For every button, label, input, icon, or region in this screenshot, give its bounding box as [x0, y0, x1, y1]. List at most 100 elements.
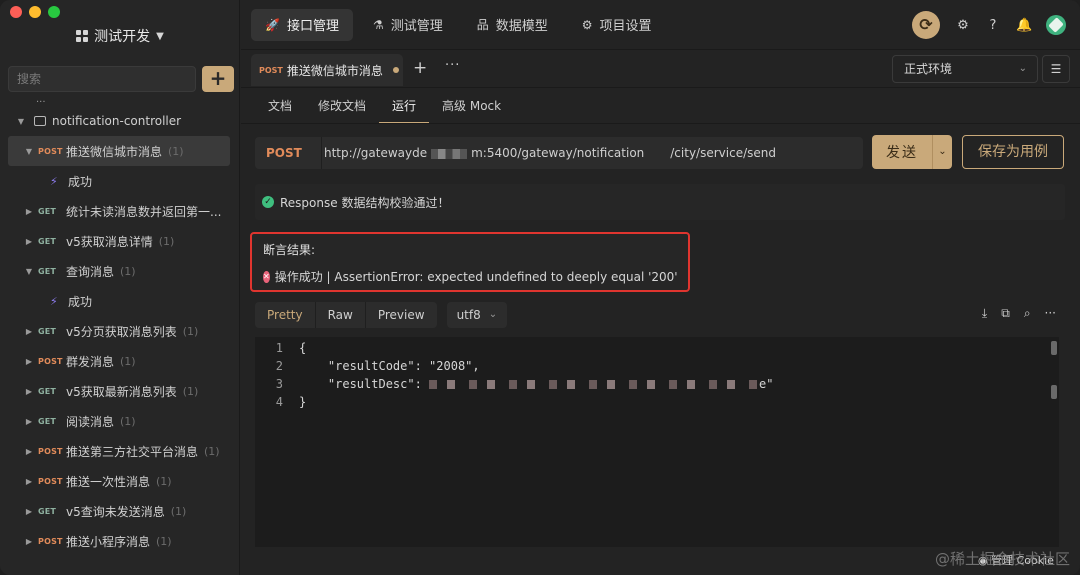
chevron-right-icon: ▶	[25, 386, 33, 396]
tree-item-3[interactable]: ▶ GET v5获取消息详情 (1)	[0, 226, 240, 256]
url-input[interactable]: http://gatewayde m:5400/gateway/notifica…	[322, 146, 776, 160]
code-text: "resultCode": "2008",	[299, 359, 480, 373]
menu-list-button[interactable]: ☰	[1042, 55, 1070, 83]
case-count: (1)	[182, 324, 199, 338]
environment-select[interactable]: 正式环境 ⌄	[892, 55, 1038, 83]
code-text: "resultDesc": e"	[299, 375, 774, 393]
tree-item-6[interactable]: ▶ GET v5分页获取消息列表 (1)	[0, 316, 240, 346]
tree-item-truncated[interactable]: ...	[0, 92, 240, 106]
chevron-down-icon[interactable]: ⌄	[932, 135, 952, 169]
view-preview[interactable]: Preview	[366, 302, 437, 328]
main-panel: 🚀 接口管理 ⚗ 测试管理 品 数据模型 ⚙ 项目设置 ⟳ ⚙ ? 🔔 POST…	[241, 0, 1080, 575]
zoom-window-button[interactable]	[48, 6, 60, 18]
tree-item-10[interactable]: ▶ POST 推送第三方社交平台消息 (1)	[0, 436, 240, 466]
tree-item-13[interactable]: ▶ POST 推送小程序消息 (1)	[0, 526, 240, 556]
encoding-value: utf8	[456, 308, 481, 322]
watermark: @稀土掘金技术社区	[934, 550, 1070, 568]
tab-advanced-mock[interactable]: 高级 Mock	[429, 88, 514, 124]
case-count: (1)	[168, 144, 184, 158]
case-count: (1)	[156, 534, 172, 548]
case-count: (1)	[158, 234, 175, 248]
tree-item-9[interactable]: ▶ GET 阅读消息 (1)	[0, 406, 240, 436]
tree-folder-notification-controller[interactable]: ▼ notification-controller	[0, 106, 240, 136]
case-count: (1)	[204, 444, 220, 458]
tree-item-1[interactable]: ⚡ 成功	[0, 166, 240, 196]
tree-item-4[interactable]: ▼ GET 查询消息 (1)	[0, 256, 240, 286]
tab-docs[interactable]: 文档	[255, 88, 305, 124]
tree-item-5[interactable]: ⚡ 成功	[0, 286, 240, 316]
doc-tab-active[interactable]: POST 推送微信城市消息	[251, 54, 403, 86]
rocket-icon: 🚀	[265, 17, 280, 32]
encoding-select[interactable]: utf8 ⌄	[446, 302, 508, 328]
new-tab-button[interactable]: +	[413, 58, 427, 78]
method-badge: GET	[38, 386, 57, 396]
tree-item-label: 推送第三方社交平台消息	[66, 444, 199, 459]
divider	[241, 123, 1080, 124]
sync-button[interactable]: ⟳	[912, 11, 940, 39]
app-window: 测试开发 ▼ 搜索 + ... ▼ notification-controlle…	[0, 0, 1080, 575]
redacted-text	[431, 149, 468, 159]
grid-icon	[76, 30, 89, 42]
url-segment: http://gatewayde	[324, 146, 428, 160]
tree-item-label: v5分页获取消息列表	[66, 324, 177, 339]
scrollbar-thumb[interactable]	[1051, 385, 1057, 399]
close-window-button[interactable]	[10, 6, 22, 18]
view-pretty[interactable]: Pretty	[255, 302, 316, 328]
view-raw[interactable]: Raw	[316, 302, 366, 328]
method-badge: POST	[38, 536, 63, 546]
add-button[interactable]: +	[202, 66, 234, 92]
avatar[interactable]	[1046, 15, 1066, 35]
more-icon[interactable]: ···	[445, 58, 460, 73]
request-method[interactable]: POST	[255, 146, 321, 160]
scrollbar-thumb[interactable]	[1051, 341, 1057, 355]
method-badge: GET	[38, 506, 57, 516]
tree-item-2[interactable]: ▶ GET 统计未读消息数并返回第一...	[0, 196, 240, 226]
project-switcher[interactable]: 测试开发 ▼	[0, 24, 240, 48]
tree-item-label: v5查询未发送消息	[66, 504, 165, 519]
case-count: (1)	[120, 414, 136, 428]
tab-test-management[interactable]: ⚗ 测试管理	[359, 9, 457, 41]
settings-icon[interactable]: ⚙	[956, 18, 970, 33]
tree-item-11[interactable]: ▶ POST 推送一次性消息 (1)	[0, 466, 240, 496]
minimize-window-button[interactable]	[29, 6, 41, 18]
tab-label: 数据模型	[495, 19, 548, 34]
method-badge: POST	[38, 476, 63, 486]
tree-item-label: 统计未读消息数并返回第一...	[66, 204, 222, 219]
download-icon[interactable]: ⤓	[982, 306, 987, 321]
assertion-message: 操作成功 | AssertionError: expected undefine…	[274, 270, 678, 284]
folder-label: notification-controller	[52, 114, 182, 128]
search-icon[interactable]: ⌕	[1024, 306, 1031, 321]
tree-item-label: 成功	[68, 174, 93, 189]
tab-api-management[interactable]: 🚀 接口管理	[251, 8, 353, 41]
assertion-line: ✕ 操作成功 | AssertionError: expected undefi…	[263, 268, 678, 285]
request-bar[interactable]: POST http://gatewayde m:5400/gateway/not…	[255, 137, 863, 169]
line-number: 1	[275, 341, 283, 355]
tree-item-0[interactable]: ▼ POST 推送微信城市消息 (1)	[8, 136, 230, 166]
tab-edit-docs[interactable]: 修改文档	[305, 88, 379, 124]
method-badge: GET	[38, 266, 57, 276]
save-as-case-button[interactable]: 保存为用例	[962, 135, 1064, 169]
line-number: 3	[275, 377, 283, 391]
copy-icon[interactable]: ⧉	[1001, 306, 1010, 321]
chevron-right-icon: ▶	[25, 446, 33, 456]
tab-run[interactable]: 运行	[379, 88, 430, 124]
bolt-icon: ⚡	[50, 174, 58, 188]
search-input[interactable]: 搜索	[8, 66, 196, 92]
tree-item-8[interactable]: ▶ GET v5获取最新消息列表 (1)	[0, 376, 240, 406]
chevron-down-icon: ▼	[17, 116, 25, 126]
bell-icon[interactable]: 🔔	[1016, 18, 1032, 33]
code-line: 1 {	[255, 339, 1059, 357]
tree-item-7[interactable]: ▶ POST 群发消息 (1)	[0, 346, 240, 376]
chevron-right-icon: ▶	[25, 356, 33, 366]
url-segment: m:5400/gateway/notification	[471, 146, 645, 160]
response-editor[interactable]: 1 { 2 "resultCode": "2008", 3 "resultDes…	[255, 337, 1059, 547]
tab-data-model[interactable]: 品 数据模型	[463, 9, 562, 41]
help-icon[interactable]: ?	[986, 18, 1000, 33]
tab-project-settings[interactable]: ⚙ 项目设置	[568, 9, 666, 41]
more-icon[interactable]: ···	[1045, 306, 1056, 321]
send-button[interactable]: 发送 ⌄	[872, 135, 952, 169]
api-tree: ... ▼ notification-controller ▼ POST 推送微…	[0, 94, 240, 556]
url-segment: /city/service/send	[670, 146, 776, 160]
chevron-right-icon: ▶	[25, 416, 33, 426]
tree-item-12[interactable]: ▶ GET v5查询未发送消息 (1)	[0, 496, 240, 526]
